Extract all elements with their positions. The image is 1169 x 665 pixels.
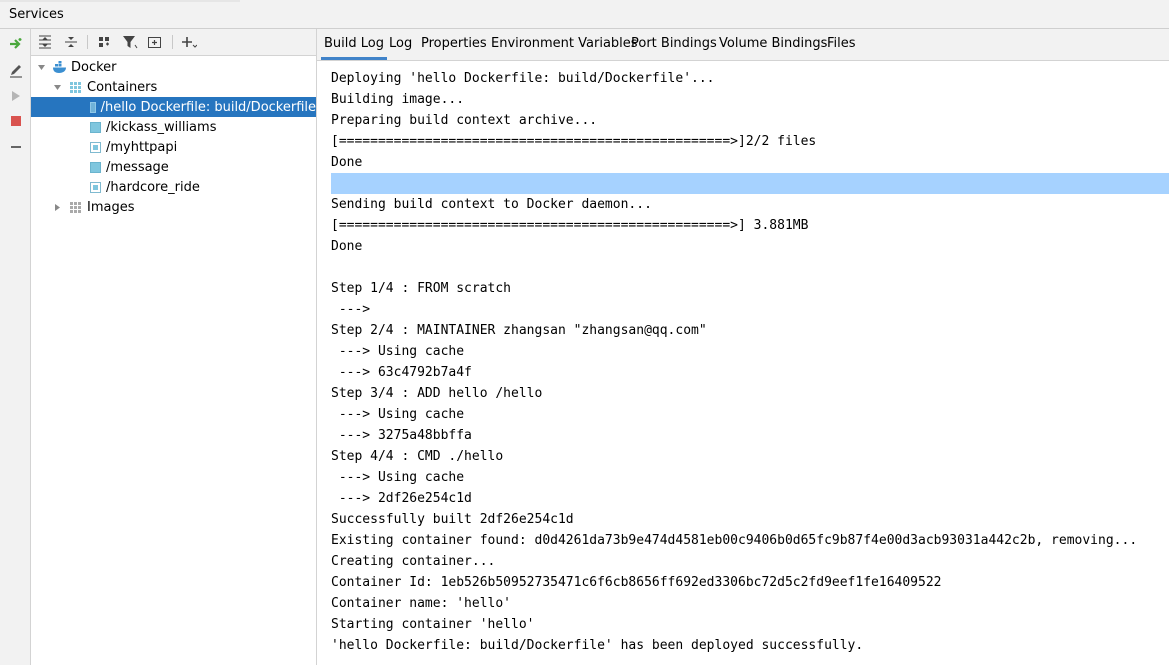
log-line: Step 4/4 : CMD ./hello bbox=[331, 449, 504, 464]
log-line-highlight bbox=[331, 173, 1169, 194]
log-line: ---> 2df26e254c1d bbox=[331, 491, 472, 506]
tab-environment-variables[interactable]: Environment Variables bbox=[491, 29, 638, 60]
log-line: Step 3/4 : ADD hello /hello bbox=[331, 386, 543, 401]
title-tab-strip bbox=[0, 0, 240, 2]
chevron-down-icon[interactable] bbox=[52, 82, 62, 92]
container-stopped-icon bbox=[90, 181, 101, 193]
log-line: Container name: 'hello' bbox=[331, 596, 512, 611]
log-line: Building image... bbox=[331, 92, 465, 107]
container-item-message[interactable]: /message bbox=[31, 157, 316, 177]
services-title-bar: Services bbox=[0, 0, 1169, 29]
details-tab-bar: Build Log Log Properties Environment Var… bbox=[317, 29, 1169, 61]
window-title: Services bbox=[9, 7, 64, 22]
edit-icon[interactable] bbox=[7, 61, 25, 79]
tree-node-images[interactable]: Images bbox=[31, 197, 316, 217]
toolbar-separator bbox=[172, 35, 173, 49]
log-line: Deploying 'hello Dockerfile: build/Docke… bbox=[331, 71, 715, 86]
container-item-label: /hardcore_ride bbox=[106, 179, 200, 195]
tree-label-images: Images bbox=[87, 199, 135, 215]
log-line: 'hello Dockerfile: build/Dockerfile' has… bbox=[331, 638, 864, 653]
log-line: Successfully built 2df26e254c1d bbox=[331, 512, 574, 527]
tab-properties[interactable]: Properties bbox=[421, 29, 487, 60]
tab-files[interactable]: Files bbox=[827, 29, 856, 60]
expand-all-icon[interactable] bbox=[36, 33, 54, 51]
container-item-label: /kickass_williams bbox=[106, 119, 217, 135]
tree-label-docker: Docker bbox=[71, 59, 117, 75]
build-log-output[interactable]: Deploying 'hello Dockerfile: build/Docke… bbox=[317, 61, 1169, 665]
container-item-label: /hello Dockerfile: build/Dockerfile bbox=[100, 99, 316, 115]
log-line: Done bbox=[331, 155, 363, 170]
log-line: Done bbox=[331, 239, 363, 254]
container-item-hello[interactable]: /hello Dockerfile: build/Dockerfile bbox=[31, 97, 316, 117]
tree-toolbar bbox=[31, 29, 316, 56]
log-line: ---> Using cache bbox=[331, 407, 465, 422]
filter-icon[interactable] bbox=[121, 33, 139, 51]
log-line: ---> Using cache bbox=[331, 470, 465, 485]
tab-log[interactable]: Log bbox=[389, 29, 412, 60]
log-line: Step 2/4 : MAINTAINER zhangsan "zhangsan… bbox=[331, 323, 707, 338]
tree-node-containers[interactable]: Containers bbox=[31, 77, 316, 97]
log-line: Container Id: 1eb526b50952735471c6f6cb86… bbox=[331, 575, 942, 590]
chevron-right-icon[interactable] bbox=[52, 202, 62, 212]
container-item-myhttpapi[interactable]: /myhttpapi bbox=[31, 137, 316, 157]
tab-volume-bindings[interactable]: Volume Bindings bbox=[719, 29, 827, 60]
images-icon bbox=[70, 201, 81, 213]
left-action-toolbar bbox=[0, 29, 31, 665]
container-running-icon bbox=[90, 121, 101, 133]
services-tree-panel: Docker Containers /hello Dockerfile: bui… bbox=[31, 29, 317, 665]
log-line: Sending build context to Docker daemon..… bbox=[331, 197, 652, 212]
container-item-label: /myhttpapi bbox=[106, 139, 178, 155]
container-item-hardcore-ride[interactable]: /hardcore_ride bbox=[31, 177, 316, 197]
container-running-icon bbox=[90, 101, 96, 113]
log-line: ---> 3275a48bbffa bbox=[331, 428, 472, 443]
log-line: Step 1/4 : FROM scratch bbox=[331, 281, 512, 296]
container-stopped-icon bbox=[90, 141, 101, 153]
tree-node-docker[interactable]: Docker bbox=[31, 57, 316, 77]
add-icon[interactable] bbox=[180, 33, 198, 51]
log-line: [=======================================… bbox=[331, 134, 817, 149]
collapse-all-icon[interactable] bbox=[62, 33, 80, 51]
container-item-label: /message bbox=[106, 159, 169, 175]
log-line: Creating container... bbox=[331, 554, 496, 569]
stop-icon[interactable] bbox=[7, 112, 25, 130]
log-line: [=======================================… bbox=[331, 218, 809, 233]
chevron-down-icon[interactable] bbox=[36, 62, 46, 72]
docker-icon bbox=[52, 60, 68, 74]
container-item-kickass-williams[interactable]: /kickass_williams bbox=[31, 117, 316, 137]
run-icon[interactable] bbox=[7, 35, 25, 53]
tab-build-log[interactable]: Build Log bbox=[321, 29, 387, 60]
minus-icon[interactable] bbox=[7, 138, 25, 156]
log-line: Preparing build context archive... bbox=[331, 113, 598, 128]
log-line: Existing container found: d0d4261da73b9e… bbox=[331, 533, 1138, 548]
play-icon[interactable] bbox=[7, 87, 25, 105]
container-running-icon bbox=[90, 161, 101, 173]
new-service-icon[interactable] bbox=[146, 33, 164, 51]
log-line: ---> 63c4792b7a4f bbox=[331, 365, 472, 380]
tree-label-containers: Containers bbox=[87, 79, 158, 95]
group-icon[interactable] bbox=[95, 33, 113, 51]
tab-port-bindings[interactable]: Port Bindings bbox=[631, 29, 717, 60]
toolbar-separator bbox=[87, 35, 88, 49]
details-panel: Build Log Log Properties Environment Var… bbox=[317, 29, 1169, 665]
log-line: ---> Using cache bbox=[331, 344, 465, 359]
log-line: ---> bbox=[331, 302, 371, 317]
log-line: Starting container 'hello' bbox=[331, 617, 535, 632]
containers-icon bbox=[70, 81, 81, 93]
